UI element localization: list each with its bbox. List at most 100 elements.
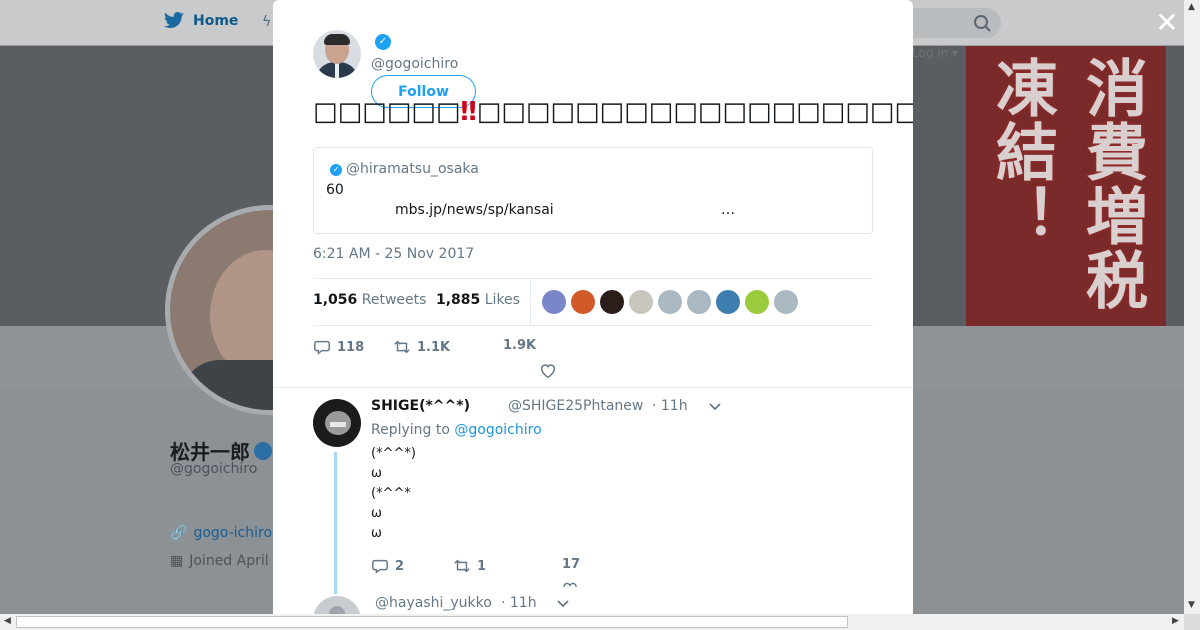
link-icon: 🔗 (170, 525, 188, 541)
tweet-text-start: □□□□□□ (313, 97, 461, 127)
liker-avatar[interactable] (745, 290, 769, 314)
quoted-ellipsis: … (721, 202, 735, 218)
reply-retweet-button[interactable]: 1 (453, 557, 486, 575)
heart-icon[interactable] (539, 362, 557, 380)
horizontal-scrollbar[interactable]: ◀ ▶ (0, 614, 1184, 630)
likes-stat[interactable]: 1,885 Likes (436, 292, 520, 308)
reply-text-line: (*^^* (371, 486, 411, 501)
liker-avatar[interactable] (571, 290, 595, 314)
verified-icon (254, 441, 272, 460)
liker-avatar[interactable] (687, 290, 711, 314)
profile-handle: @gogoichiro (170, 461, 258, 477)
reply-reply-button[interactable]: 2 (371, 557, 404, 575)
tweet-text: □□□□□□‼□□□□□□□□□□□□□□□□□□□□□□□□□□□□□□□□□… (313, 94, 913, 130)
liker-avatar[interactable] (658, 290, 682, 314)
verified-icon: ✓ (330, 164, 342, 176)
scroll-left-icon[interactable]: ◀ (4, 616, 11, 626)
reply-icon (372, 559, 388, 574)
retweet-count: 1.1K (417, 339, 451, 355)
liker-avatar[interactable] (716, 290, 740, 314)
avatar-teeth (330, 422, 346, 427)
reply-time[interactable]: · 11h (501, 595, 537, 611)
retweet-icon (454, 559, 470, 573)
replying-to-handle[interactable]: @gogoichiro (454, 422, 541, 438)
replying-to: Replying to @gogoichiro (371, 422, 542, 438)
tweet-text-rest: □□□□□□□□□□□□□□□□□□□□□□□□□□□□□□□□□□□□□□□□… (476, 97, 913, 127)
author-handle[interactable]: @gogoichiro (371, 56, 458, 72)
profile-joined-text: Joined April (189, 553, 269, 569)
horizontal-scroll-thumb[interactable] (16, 616, 848, 628)
home-label: Home (193, 13, 239, 29)
home-nav-link[interactable]: Home (163, 12, 238, 30)
profile-website-text: gogo-ichiro. (193, 525, 277, 541)
reply-text-line: ω (371, 526, 382, 541)
reply-icon (314, 340, 330, 355)
retweet-icon (394, 340, 410, 354)
scroll-up-icon[interactable]: ▲ (1188, 2, 1195, 12)
avatar-head (329, 606, 345, 614)
scroll-down-icon[interactable]: ▼ (1188, 600, 1195, 610)
like-button[interactable]: 1.9K (503, 338, 536, 353)
reply-author-handle[interactable]: @hayashi_yukko (375, 595, 492, 611)
calendar-icon: ▦ (170, 553, 184, 569)
divider (273, 387, 913, 388)
chevron-down-icon[interactable] (707, 398, 723, 414)
liker-avatar[interactable] (629, 290, 653, 314)
likers-avatars (542, 290, 798, 314)
reply-avatar[interactable] (313, 399, 361, 447)
retweet-button[interactable]: 1.1K (393, 338, 450, 356)
banner-text-2: 凍結！ (985, 56, 1058, 248)
reply-text-line: ω (371, 466, 382, 481)
scroll-right-icon[interactable]: ▶ (1172, 616, 1179, 626)
retweets-label: Retweets (361, 292, 427, 308)
scrollbar-corner (1184, 614, 1200, 630)
reply-text-line: (*^^*) (371, 446, 416, 461)
reply-avatar[interactable] (313, 596, 361, 614)
liker-avatar[interactable] (600, 290, 624, 314)
verified-icon: ✓ (375, 34, 391, 50)
quoted-tweet[interactable]: ✓ @hiramatsu_osaka 60 mbs.jp/news/sp/kan… (313, 147, 873, 234)
likes-label: Likes (484, 292, 520, 308)
avatar-hair (324, 34, 350, 45)
vertical-scrollbar[interactable]: ▲ ▼ (1184, 0, 1200, 614)
reply-author-name[interactable]: SHIGE(*^^*) (371, 398, 470, 414)
quoted-text: 60 (326, 182, 344, 198)
retweets-stat[interactable]: 1,056 Retweets (313, 292, 426, 308)
quoted-url[interactable]: mbs.jp/news/sp/kansai (395, 202, 554, 218)
reply-count: 118 (337, 339, 365, 355)
profile-joined: ▦ Joined April (170, 553, 269, 569)
liker-avatar[interactable] (774, 290, 798, 314)
retweets-count: 1,056 (313, 292, 358, 308)
reply-like-count: 17 (562, 557, 581, 572)
reply-like-button[interactable]: 17 (562, 557, 580, 572)
like-count: 1.9K (503, 338, 537, 353)
avatar-shirt (335, 62, 339, 78)
chevron-down-icon[interactable] (555, 595, 571, 611)
tweet-actions: 118 1.1K 1.9K (313, 336, 873, 379)
liker-avatar[interactable] (542, 290, 566, 314)
banner-text-1: 消費増税 (1075, 56, 1148, 312)
likes-count: 1,885 (436, 292, 481, 308)
reply-text-line: ω (371, 506, 382, 521)
reply-actions: 2 1 17 (371, 557, 671, 579)
stats-divider (530, 279, 531, 325)
reply-time[interactable]: · 11h (652, 398, 688, 414)
replying-prefix: Replying to (371, 422, 450, 438)
thread-line (334, 452, 337, 594)
tweet-stats: 1,056 Retweets 1,885 Likes (313, 278, 873, 326)
quoted-handle[interactable]: @hiramatsu_osaka (346, 161, 479, 177)
close-icon[interactable]: ✕ (1155, 9, 1179, 37)
reply-reply-count: 2 (395, 558, 405, 574)
reply-button[interactable]: 118 (313, 338, 364, 356)
author-avatar[interactable] (313, 30, 361, 78)
tweet-timestamp[interactable]: 6:21 AM - 25 Nov 2017 (313, 246, 474, 262)
login-link[interactable]: Log in ▾ (912, 46, 958, 60)
search-icon[interactable] (973, 14, 991, 32)
profile-website[interactable]: 🔗 gogo-ichiro. (170, 525, 276, 541)
reply-retweet-count: 1 (477, 558, 487, 574)
double-exclamation-icon: ‼ (460, 97, 477, 127)
login-label: Log in (912, 46, 949, 60)
twitter-bird-icon (164, 12, 184, 29)
reply-author-handle[interactable]: @SHIGE25Phtanew (508, 398, 643, 414)
heart-icon[interactable] (562, 579, 578, 587)
